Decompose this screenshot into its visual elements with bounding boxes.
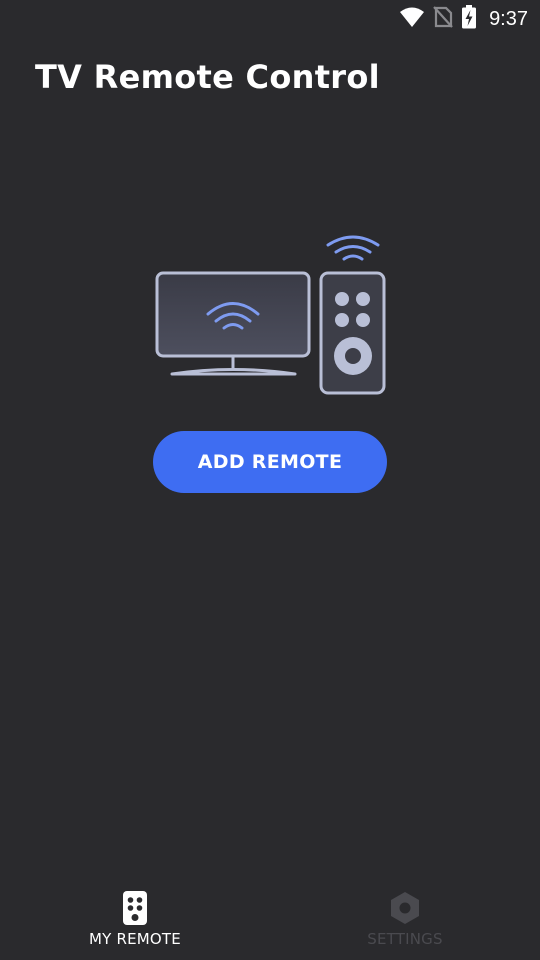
nav-label-my-remote: MY REMOTE [89,930,181,948]
nav-label-settings: SETTINGS [367,930,443,948]
no-sim-icon [433,6,453,32]
tv-and-remote-illustration [150,225,395,400]
settings-hex-icon [389,890,421,926]
tv-icon [155,271,311,376]
wifi-icon [399,6,425,32]
page-title: TV Remote Control [35,58,380,96]
nav-item-settings[interactable]: SETTINGS [270,880,540,960]
status-time: 9:37 [489,7,528,30]
remote-illustration-icon [319,235,386,395]
add-remote-button[interactable]: ADD REMOTE [153,431,387,493]
status-bar: 9:37 [0,0,540,36]
remote-icon [119,890,151,926]
nav-item-my-remote[interactable]: MY REMOTE [0,880,270,960]
battery-charging-icon [461,5,477,33]
bottom-nav: MY REMOTE SETTINGS [0,880,540,960]
status-icons: 9:37 [399,5,528,33]
